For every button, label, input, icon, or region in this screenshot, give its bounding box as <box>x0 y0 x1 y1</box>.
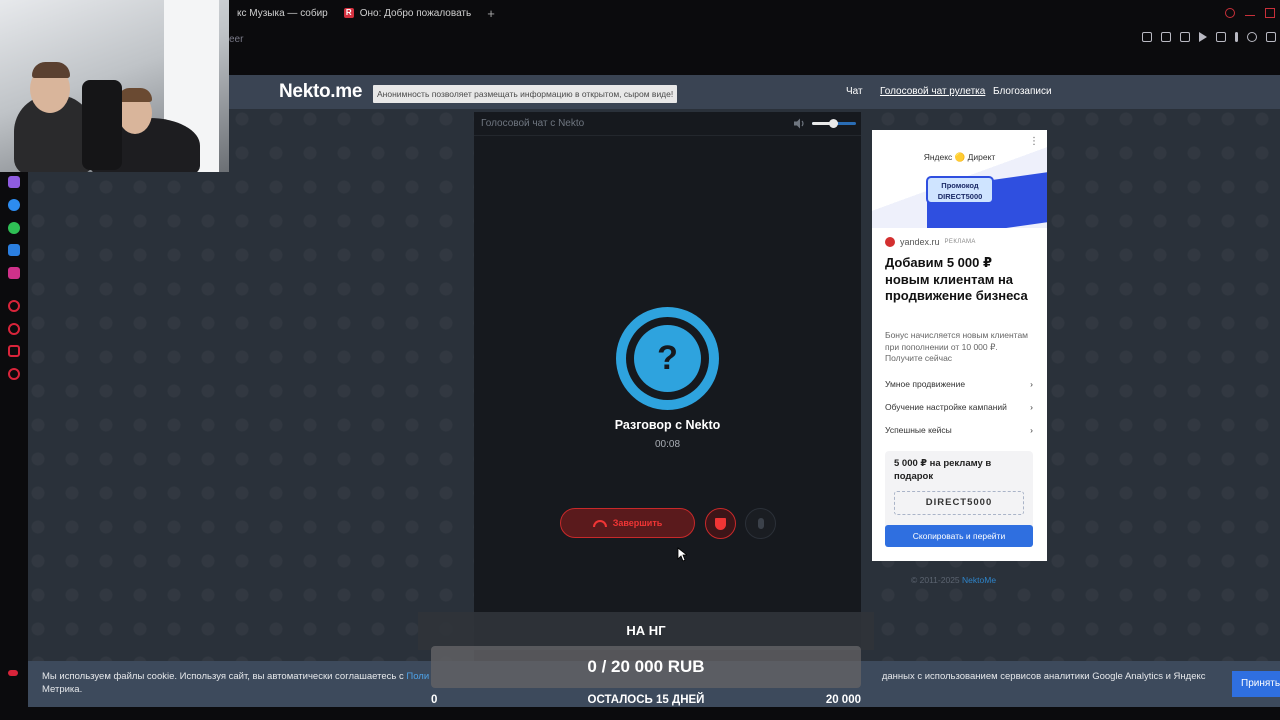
maximize-icon[interactable] <box>1265 8 1275 18</box>
ad-domain-text: yandex.ru <box>900 237 940 247</box>
volume-slider[interactable] <box>812 119 856 128</box>
donation-remaining: ОСТАЛОСЬ 15 ДНЕЙ <box>587 694 705 706</box>
webcam-person-right-hair <box>118 88 152 102</box>
site-slogan: Анонимность позволяет размещать информац… <box>373 85 678 103</box>
mic-button[interactable] <box>745 508 776 539</box>
ad-link-training[interactable]: Обучение настройке кампаний › <box>885 402 1033 412</box>
window-controls <box>1220 0 1280 26</box>
ad-link-cases[interactable]: Успешные кейсы › <box>885 425 1033 435</box>
messenger-icon[interactable] <box>8 199 20 211</box>
tab-ono-label: Оно: Добро пожаловать <box>359 7 472 19</box>
settings-icon[interactable] <box>8 368 20 380</box>
ad-link-training-label: Обучение настройке кампаний <box>885 402 1007 412</box>
ad-description: Бонус начисляется новым клиентам при поп… <box>885 330 1029 363</box>
instagram-icon[interactable] <box>8 267 20 279</box>
nav-chat[interactable]: Чат <box>846 86 863 97</box>
tab-music-label: кс Музыка — собир <box>237 7 328 19</box>
copyright: © 2011-2025 NektoMe <box>911 575 996 585</box>
minimize-icon[interactable] <box>1245 10 1255 16</box>
donation-header: НА НГ <box>418 612 874 650</box>
twitch-icon[interactable] <box>8 176 20 188</box>
volume-icon[interactable] <box>794 118 806 129</box>
record-icon[interactable] <box>8 300 20 312</box>
download-icon[interactable] <box>1266 32 1276 42</box>
question-icon: ? <box>634 325 701 392</box>
ad-copy-button[interactable]: Скопировать и перейти <box>885 525 1033 547</box>
yandex-ad[interactable]: Яндекс 🟡 Директ Промокод DIRECT5000 ⋮ ya… <box>872 130 1047 561</box>
ad-menu-icon[interactable]: ⋮ <box>1029 136 1039 147</box>
hang-up-icon <box>592 519 607 527</box>
tab-music[interactable]: кс Музыка — собир <box>229 0 336 26</box>
ad-banner: Яндекс 🟡 Директ Промокод DIRECT5000 ⋮ <box>872 130 1047 228</box>
play-icon[interactable] <box>1199 32 1207 42</box>
volume-knob[interactable] <box>829 119 839 128</box>
shield-icon <box>715 517 726 530</box>
partner-avatar: ? <box>616 307 719 410</box>
microphone-icon <box>757 518 764 529</box>
report-button[interactable] <box>705 508 736 539</box>
donation-title: НА НГ <box>626 623 666 638</box>
shield-icon[interactable] <box>1180 32 1190 42</box>
ad-promo-line1: Промокод <box>941 181 979 190</box>
ad-brand: Яндекс 🟡 Директ <box>923 152 996 162</box>
ad-box-text: 5 000 ₽ на рекламу в подарок <box>894 458 992 482</box>
donation-progress-bar: 0 / 20 000 RUB <box>431 646 861 688</box>
donation-max: 20 000 <box>825 694 861 706</box>
talk-title: Разговор с Nekto <box>614 418 721 432</box>
ad-promo-box: 5 000 ₽ на рекламу в подарок DIRECT5000 … <box>885 451 1033 547</box>
yandex-icon <box>885 237 895 247</box>
chat-icon[interactable] <box>8 345 20 357</box>
screenshot-icon[interactable] <box>1161 32 1171 42</box>
tab-ono[interactable]: R Оно: Добро пожаловать <box>336 0 479 26</box>
ad-link-smart[interactable]: Умное продвижение › <box>885 379 1033 389</box>
tab-bar: кс Музыка — собир R Оно: Добро пожаловат… <box>229 0 1280 26</box>
webcam-overlay <box>0 0 229 172</box>
chevron-right-icon: › <box>1030 402 1033 412</box>
cookie-accept-button[interactable]: Принять <box>1232 671 1280 697</box>
donation-goal-widget: НА НГ 0 / 20 000 RUB 0 ОСТАЛОСЬ 15 ДНЕЙ … <box>418 612 874 720</box>
pin-icon[interactable] <box>1142 32 1152 42</box>
cookie-text-before: Мы используем файлы cookie. Используя са… <box>42 671 404 682</box>
heart-icon[interactable] <box>1216 32 1226 42</box>
call-timer: 00:08 <box>654 439 681 450</box>
end-call-label: Завершить <box>612 518 663 528</box>
donation-amount: 0 / 20 000 RUB <box>587 657 705 676</box>
copyright-text: © 2011-2025 <box>911 575 960 585</box>
end-call-button[interactable]: Завершить <box>560 508 695 538</box>
whatsapp-icon[interactable] <box>8 222 20 234</box>
profile-icon[interactable] <box>1247 32 1257 42</box>
copyright-link[interactable]: NektoMe <box>962 575 996 585</box>
chevron-right-icon: › <box>1030 379 1033 389</box>
ad-link-smart-label: Умное продвижение <box>885 379 966 389</box>
site-logo[interactable]: Nekto.me <box>279 81 362 103</box>
mouse-cursor-icon <box>677 547 687 562</box>
history-icon[interactable] <box>8 323 20 335</box>
nav-voice-roulette[interactable]: Голосовой чат рулетка <box>880 86 985 97</box>
ad-link-cases-label: Успешные кейсы <box>885 425 952 435</box>
chevron-right-icon: › <box>1030 425 1033 435</box>
new-tab-button[interactable]: + <box>479 6 503 21</box>
r-icon: R <box>343 8 354 18</box>
ad-headline[interactable]: Добавим 5 000 ₽ новым клиентам на продви… <box>885 255 1035 305</box>
panel-header: Голосовой чат с Nekto <box>474 112 861 136</box>
ad-promo-line2: DIRECT5000 <box>937 192 983 201</box>
nav-blog[interactable]: Блогозаписи <box>993 86 1052 97</box>
webcam-chair <box>82 80 122 170</box>
webcam-person-left-hair <box>32 62 70 78</box>
ad-label: РЕКЛАМА <box>944 239 976 245</box>
vk-icon[interactable] <box>8 244 20 256</box>
ad-domain: yandex.ru РЕКЛАМА <box>885 237 976 247</box>
ad-promo-code[interactable]: DIRECT5000 <box>894 491 1024 515</box>
panel-title: Голосовой чат с Nekto <box>481 118 585 129</box>
donation-footer: 0 ОСТАЛОСЬ 15 ДНЕЙ 20 000 <box>431 694 861 714</box>
toolbar-icons <box>1142 32 1280 48</box>
address-bar[interactable]: eer <box>229 30 243 50</box>
menu-icon[interactable] <box>1235 32 1238 42</box>
ad-promo-badge: Промокод DIRECT5000 <box>926 176 994 204</box>
gx-icon[interactable] <box>8 670 18 676</box>
search-icon[interactable] <box>1225 8 1235 18</box>
